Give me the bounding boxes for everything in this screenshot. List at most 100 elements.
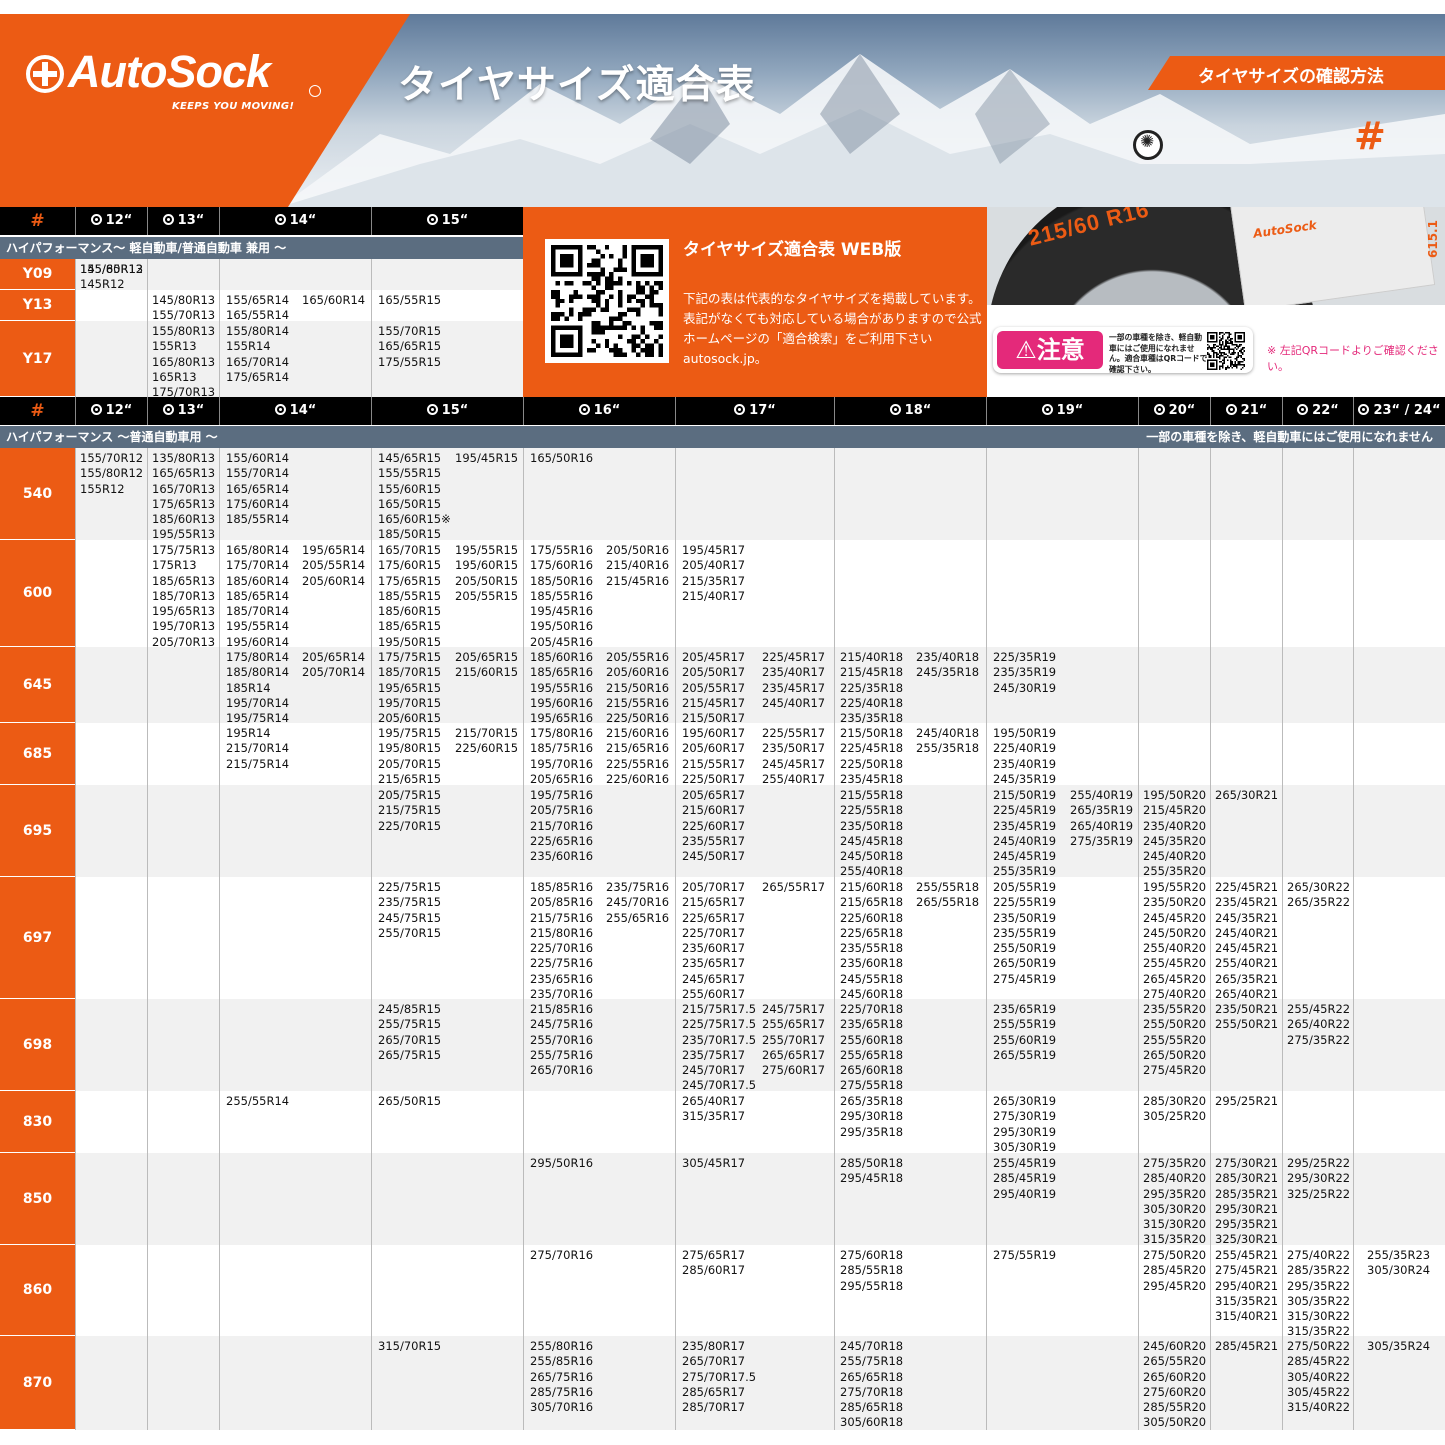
- rim-size-header: 12“: [75, 207, 147, 235]
- row-code: Y17: [0, 321, 75, 397]
- tire-size-list: 265/50R15: [378, 1094, 442, 1108]
- logo-plus-icon: [26, 55, 64, 93]
- category-band: ハイパフォーマンス～ 軽自動車/普通自動車 兼用 ～: [0, 237, 523, 259]
- hash-header: #: [0, 397, 75, 425]
- tire-icon: [90, 404, 102, 415]
- header-label: 13“: [177, 213, 205, 228]
- table-row: 645 175/80R14 185/80R14 185R14 195/70R14 …: [0, 647, 1445, 726]
- hash-icon: #: [1354, 114, 1386, 158]
- tire-size-list: 235/75R16 245/70R16 255/65R16: [606, 880, 670, 925]
- table-column: [1353, 1091, 1445, 1153]
- tire-size-list: 225/75R15 235/75R15 245/75R15 255/70R15: [378, 880, 442, 940]
- tire-size-list: 215/70R15 225/60R15: [455, 726, 519, 756]
- tire-size-list: 275/50R22 285/45R22 305/40R22 305/45R22 …: [1287, 1339, 1351, 1415]
- tire-size-list: 275/70R16: [530, 1248, 594, 1262]
- caution-box: ⚠注意 一部の車種を除き、軽自動車にはご使用になれません。適合車種はQRコードで…: [993, 327, 1253, 374]
- qr-code-small-icon[interactable]: [1207, 332, 1245, 370]
- caution-badge: ⚠注意: [997, 331, 1103, 369]
- header-label: 13“: [177, 403, 205, 418]
- table-column: [147, 1245, 219, 1336]
- table-row: Y09 145/80R12 145R12 155/65R13: [0, 259, 523, 291]
- rim-size-header: 13“: [147, 397, 219, 425]
- row-code: 600: [0, 540, 75, 647]
- tire-size-list: 205/75R15 215/75R15 225/70R15: [378, 788, 442, 833]
- tire-size-list: 195R14 215/70R14 215/75R14: [226, 726, 290, 771]
- tire-size-list: 205/55R19 225/55R19 235/50R19 235/55R19 …: [993, 880, 1057, 986]
- rim-size-header: 14“: [219, 207, 371, 235]
- row-code: 697: [0, 877, 75, 999]
- tire-size-list: 195/55R20 235/50R20 245/45R20 245/50R20 …: [1143, 880, 1207, 1002]
- tire-size-list: 305/35R24: [1367, 1339, 1431, 1353]
- rim-size-header: 20“: [1138, 397, 1210, 425]
- tire-size-list: 155/60R14 155/70R14 165/65R14 175/60R14 …: [226, 451, 290, 527]
- table-column: [1210, 448, 1282, 540]
- tire-size-list: 305/45R17: [682, 1156, 746, 1170]
- table-column: [147, 999, 219, 1091]
- category-band: ハイパフォーマンス ～普通自動車用 ～ 一部の車種を除き、軽自動車にはご使用になれ…: [0, 426, 1445, 448]
- rim-size-header: 15“: [371, 397, 523, 425]
- tire-size-list: 155/70R15 165/65R15 175/55R15: [378, 324, 442, 369]
- tire-icon: [426, 214, 438, 225]
- tire-size-list: 165/80R14 175/70R14 185/60R14 185/65R14 …: [226, 543, 290, 649]
- table-column: [1282, 647, 1353, 723]
- tire-size-list: 155/65R14 165/55R14: [226, 293, 290, 323]
- tire-size-list: 255/80R16 255/85R16 265/75R16 285/75R16 …: [530, 1339, 594, 1415]
- qr-code[interactable]: [545, 239, 669, 363]
- side-number: 615.1: [1426, 220, 1440, 258]
- header-label: 14“: [289, 213, 317, 228]
- tire-size-list: 215/50R19 225/45R19 235/45R19 245/40R19 …: [993, 788, 1057, 879]
- web-title: タイヤサイズ適合表 WEB版: [683, 240, 902, 260]
- table-column: [371, 1245, 523, 1336]
- tire-size-list: 205/55R16 205/60R16 215/50R16 215/55R16 …: [606, 650, 670, 726]
- tire-size-list: 295/25R22 295/30R22 325/25R22: [1287, 1156, 1351, 1201]
- table-column: [147, 647, 219, 723]
- tire-size-list: 195/55R15 195/60R15 205/50R15 205/55R15: [455, 543, 519, 603]
- table-column: [1282, 1091, 1353, 1153]
- tire-size-list: 225/45R17 235/40R17 235/45R17 245/40R17: [762, 650, 826, 710]
- table-column: [219, 877, 371, 999]
- tire-icon: [426, 404, 438, 415]
- table-column: [219, 785, 371, 877]
- tire-size-list: 165/55R15: [378, 293, 442, 307]
- web-version-panel: タイヤサイズ適合表 WEB版 下記の表は代表的なタイヤサイズを掲載しています。表…: [523, 207, 987, 397]
- table-row: 540 155/70R12 155/80R12 155R12 135/80R13 1…: [0, 448, 1445, 541]
- tire-size-list: 175/75R15 185/70R15 195/65R15 195/70R15 …: [378, 650, 442, 726]
- tire-size-list: 285/30R20 305/25R20: [1143, 1094, 1207, 1124]
- row-code: 695: [0, 785, 75, 877]
- table-row: 870 315/70R15 255/80R16 255/85R16 265/75R1…: [0, 1336, 1445, 1430]
- table-column: [75, 785, 147, 877]
- tire-size-list: 275/40R22 285/35R22 295/35R22 305/35R22 …: [1287, 1248, 1351, 1339]
- size-chart-page: AutoSock KEEPS YOU MOVING! タイヤサイズ適合表 タイヤ…: [0, 0, 1445, 1445]
- tire-photo: 215/60 R16 AutoSock 645: [987, 207, 1445, 305]
- header-label: 12“: [105, 403, 133, 418]
- brand-name: AutoSock: [68, 46, 271, 97]
- rim-size-header: 13“: [147, 207, 219, 235]
- tire-size-list: 195/65R14 205/55R14 205/60R14: [302, 543, 366, 588]
- tire-size-list: 215/60R16 215/65R16 225/55R16 225/60R16: [606, 726, 670, 786]
- table-column: [1282, 723, 1353, 785]
- header-label: 15“: [441, 403, 469, 418]
- table-column: [1210, 647, 1282, 723]
- table-column: [986, 448, 1138, 540]
- rim-size-header: 14“: [219, 397, 371, 425]
- tire-size-list: 275/30R21 285/30R21 285/35R21 295/30R21 …: [1215, 1156, 1279, 1247]
- header-label: 18“: [904, 403, 932, 418]
- header-label: #: [30, 401, 45, 421]
- table-column: [523, 1091, 675, 1153]
- table-column: [371, 1153, 523, 1245]
- tire-size-list: 175/55R16 175/60R16 185/50R16 185/55R16 …: [530, 543, 594, 649]
- rim-size-header: 18“: [834, 397, 986, 425]
- row-code: 870: [0, 1336, 75, 1430]
- header-label: 17“: [749, 403, 776, 418]
- tire-size-list: 255/45R21 275/45R21 295/40R21 315/35R21 …: [1215, 1248, 1279, 1324]
- rim-size-header: 16“: [523, 397, 675, 425]
- tire-size-list: 215/55R18 225/55R18 235/50R18 245/45R18 …: [840, 788, 904, 879]
- table-column: [834, 540, 986, 647]
- page-title: タイヤサイズ適合表: [398, 63, 756, 108]
- row-code: 645: [0, 647, 75, 723]
- table-column: [147, 1336, 219, 1430]
- rim-size-header: 17“: [675, 397, 834, 425]
- tire-size-list: 175/75R13 175R13 185/65R13 185/70R13 195…: [152, 543, 216, 649]
- tire-icon: [1041, 404, 1053, 415]
- table-row: 698 245/85R15 255/75R15 265/70R15 265/75R…: [0, 999, 1445, 1092]
